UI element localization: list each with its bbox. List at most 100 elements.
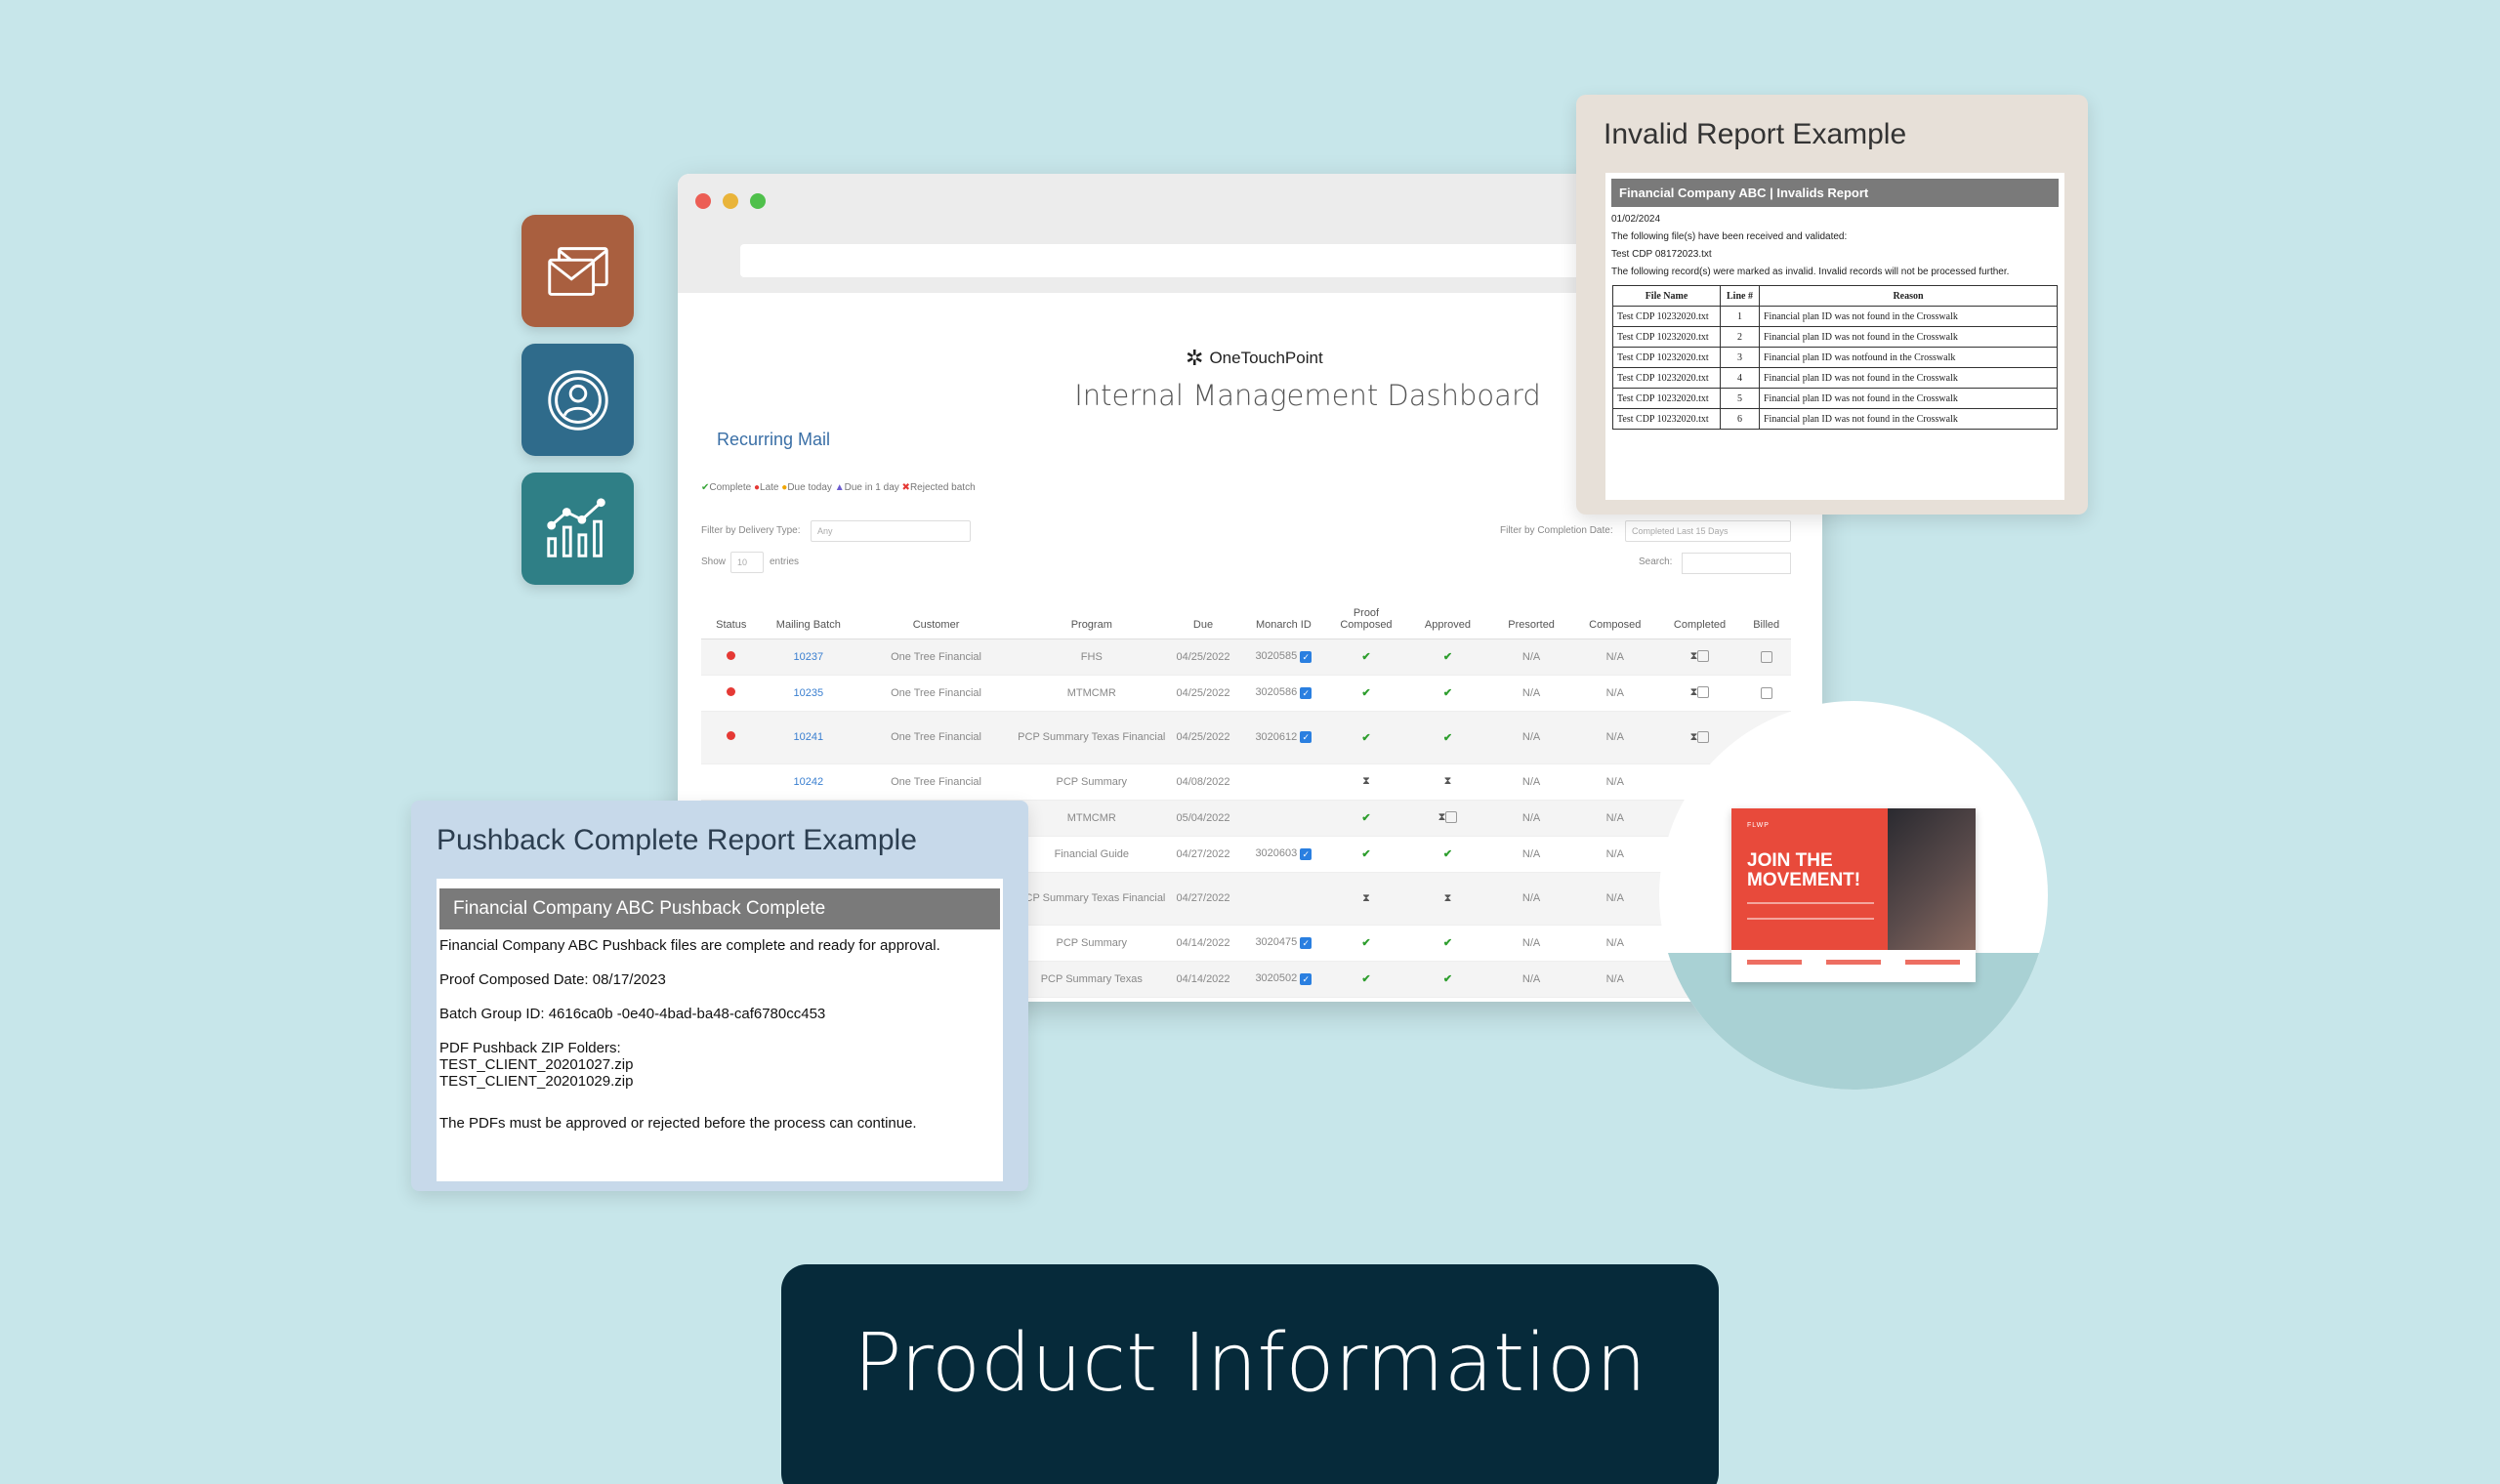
delivery-filter-select[interactable]: Any	[811, 520, 971, 542]
col-program[interactable]: Program	[1016, 590, 1167, 639]
monarch-id: 3020585	[1255, 650, 1298, 663]
col-due[interactable]: Due	[1166, 590, 1240, 639]
completion-filter-select[interactable]: Completed Last 15 Days	[1625, 520, 1791, 542]
late-status-icon	[727, 731, 736, 740]
file-cell: Test CDP 10232020.txt	[1612, 326, 1721, 348]
zip-folder-2: TEST_CLIENT_20201029.zip	[439, 1073, 634, 1090]
pushback-intro: Financial Company ABC Pushback files are…	[439, 937, 940, 954]
monarch-checkbox[interactable]: ✓	[1300, 847, 1312, 860]
billed-checkbox[interactable]	[1760, 650, 1772, 663]
entries-label: entries	[770, 556, 800, 567]
col-monarch-id[interactable]: Monarch ID	[1239, 590, 1328, 639]
flyer-footer	[1747, 960, 1960, 966]
table-row[interactable]: 10237 One Tree Financial FHS 04/25/2022 …	[701, 639, 1791, 676]
hourglass-icon: ⧗	[1689, 730, 1698, 743]
billed-cell	[1741, 675, 1791, 712]
file-cell: Test CDP 10232020.txt	[1612, 367, 1721, 389]
monarch-checkbox[interactable]: ✓	[1300, 972, 1312, 985]
monarch-checkbox[interactable]: ✓	[1300, 731, 1312, 744]
col-status[interactable]: Status	[701, 590, 762, 639]
presorted-cell: N/A	[1490, 961, 1572, 998]
approved-cell: ⧗	[1404, 763, 1491, 801]
table-row: Test CDP 10232020.txt 3 Financial plan ID …	[1612, 347, 2058, 368]
maximize-window-button[interactable]	[750, 193, 766, 209]
completed-checkbox[interactable]	[1697, 650, 1710, 663]
analytics-tile[interactable]	[521, 473, 634, 585]
hourglass-icon: ⧗	[1689, 686, 1698, 698]
user-circle-icon	[547, 369, 608, 431]
pushback-report-document: Financial Company ABC Pushback Complete …	[437, 879, 1003, 1181]
col-presorted[interactable]: Presorted	[1490, 590, 1572, 639]
program-cell: PCP Summary Texas	[1016, 961, 1167, 998]
batch-link[interactable]: 10241	[761, 711, 856, 764]
completed-cell: ⧗	[1657, 639, 1742, 676]
approve-checkbox[interactable]	[1445, 811, 1458, 824]
mail-tile[interactable]	[521, 215, 634, 327]
composed-cell: N/A	[1571, 961, 1658, 998]
col-approved[interactable]: Approved	[1404, 590, 1491, 639]
col-composed[interactable]: Composed	[1571, 590, 1658, 639]
table-row: Test CDP 10232020.txt 4 Financial plan ID …	[1612, 367, 2058, 389]
search-input[interactable]	[1682, 553, 1791, 574]
program-cell: PCP Summary	[1016, 763, 1167, 801]
bar-line-chart-icon	[546, 497, 605, 557]
product-info-banner[interactable]: Product Information	[781, 1264, 1719, 1484]
program-cell: PCP Summary Texas Financial	[1016, 872, 1167, 926]
invalid-report-document: Financial Company ABC | Invalids Report …	[1605, 173, 2064, 500]
table-row[interactable]: 10242 One Tree Financial PCP Summary 04/…	[701, 763, 1791, 801]
program-cell: PCP Summary	[1016, 925, 1167, 962]
due-cell: 04/25/2022	[1166, 711, 1240, 764]
report-date: 01/02/2024	[1611, 214, 1661, 225]
billed-checkbox[interactable]	[1760, 686, 1772, 699]
flyer-red-panel: FLWP JOIN THE MOVEMENT!	[1731, 808, 1888, 950]
program-cell: FHS	[1016, 639, 1167, 676]
batch-link[interactable]: 10235	[761, 675, 856, 712]
col-proof-composed[interactable]: Proof Composed	[1327, 590, 1405, 639]
table-header: Status Mailing Batch Customer Program Du…	[701, 590, 1791, 639]
billed-cell	[1741, 639, 1791, 676]
due-cell: 04/14/2022	[1166, 925, 1240, 962]
batch-link[interactable]: 10237	[761, 639, 856, 676]
composed-cell: N/A	[1571, 639, 1658, 676]
proof-cell: ✔	[1327, 836, 1405, 873]
zip-folders-label: PDF Pushback ZIP Folders:	[439, 1040, 621, 1056]
late-status-icon	[727, 686, 736, 696]
completed-checkbox[interactable]	[1697, 730, 1710, 743]
minimize-window-button[interactable]	[723, 193, 738, 209]
monarch-checkbox[interactable]: ✓	[1300, 936, 1312, 949]
due-cell: 04/14/2022	[1166, 961, 1240, 998]
presorted-cell: N/A	[1490, 800, 1572, 837]
received-text: The following file(s) have been received…	[1611, 231, 1848, 242]
support-tile[interactable]	[521, 344, 634, 456]
monarch-checkbox[interactable]: ✓	[1300, 686, 1312, 699]
table-row[interactable]: 10235 One Tree Financial MTMCMR 04/25/20…	[701, 675, 1791, 712]
presorted-cell: N/A	[1490, 925, 1572, 962]
completed-checkbox[interactable]	[1697, 686, 1710, 699]
col-mailing-batch[interactable]: Mailing Batch	[761, 590, 856, 639]
monarch-cell	[1239, 800, 1328, 837]
col-billed[interactable]: Billed	[1741, 590, 1791, 639]
col-completed[interactable]: Completed	[1657, 590, 1742, 639]
reason-cell: Financial plan ID was not found in the C…	[1759, 388, 2058, 409]
search-label: Search:	[1639, 556, 1673, 567]
approved-cell: ⧗	[1404, 800, 1491, 837]
monarch-cell	[1239, 872, 1328, 926]
line-cell: 6	[1720, 408, 1760, 430]
legend-due-1day: Due in 1 day	[844, 482, 899, 493]
presorted-cell: N/A	[1490, 639, 1572, 676]
rejected-icon: ✖	[901, 482, 910, 493]
monarch-checkbox[interactable]: ✓	[1300, 650, 1312, 663]
col-customer[interactable]: Customer	[855, 590, 1017, 639]
composed-cell: N/A	[1571, 711, 1658, 764]
table-header: File Name Line # Reason	[1612, 285, 2058, 307]
status-legend: ✔Complete ●Late ●Due today ▲Due in 1 day…	[701, 482, 976, 493]
entries-select[interactable]: 10	[730, 552, 764, 573]
customer-cell: One Tree Financial	[855, 639, 1017, 676]
customer-cell: One Tree Financial	[855, 711, 1017, 764]
monarch-cell: 3020585 ✓	[1239, 639, 1328, 676]
monarch-id: 3020475	[1255, 936, 1298, 949]
proof-cell: ⧗	[1327, 763, 1405, 801]
close-window-button[interactable]	[695, 193, 711, 209]
batch-link[interactable]: 10242	[761, 763, 856, 801]
table-row[interactable]: 10241 One Tree Financial PCP Summary Tex…	[701, 711, 1791, 764]
